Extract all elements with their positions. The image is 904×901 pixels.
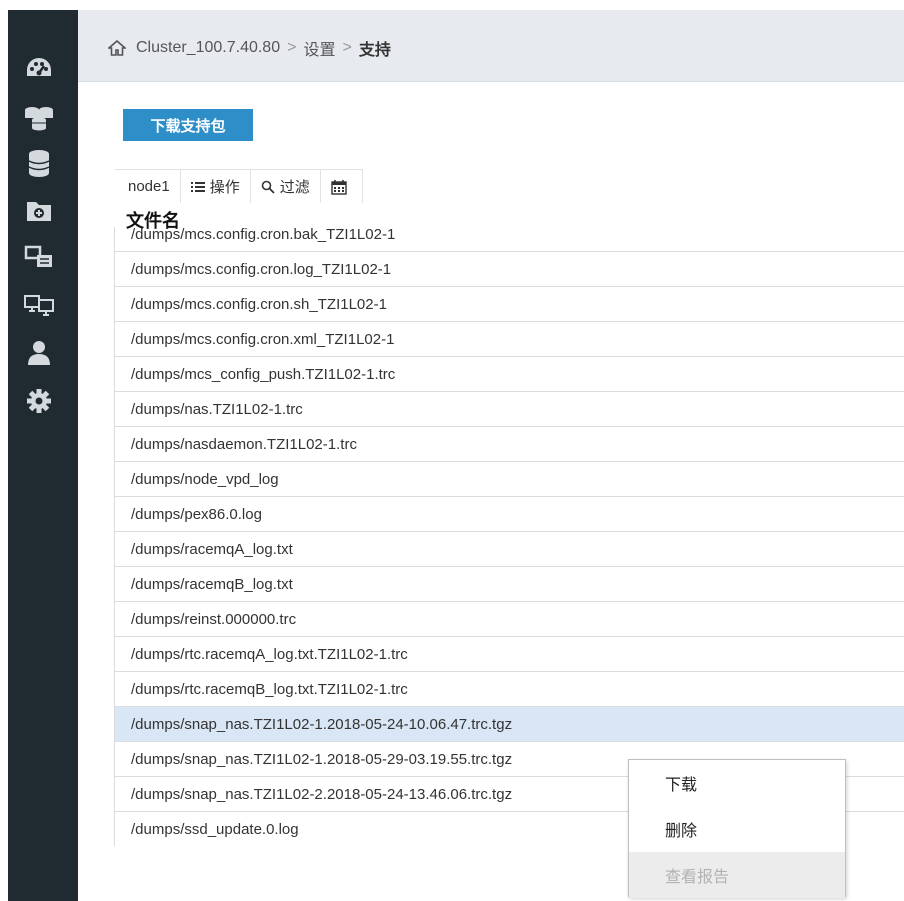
breadcrumb-separator: >: [342, 39, 352, 56]
table-row[interactable]: /dumps/mcs.config.cron.bak_TZI1L02-1: [114, 227, 904, 251]
breadcrumb-separator: >: [287, 39, 297, 56]
download-support-package-button[interactable]: 下载支持包: [123, 109, 253, 141]
calendar-icon: [331, 179, 347, 195]
file-name-cell: /dumps/snap_nas.TZI1L02-2.2018-05-24-13.…: [131, 785, 513, 803]
breadcrumb-cluster[interactable]: Cluster_100.7.40.80: [136, 39, 280, 57]
table-row[interactable]: /dumps/rtc.racemqA_log.txt.TZI1L02-1.trc: [114, 636, 904, 671]
context-menu-download[interactable]: 下载: [629, 760, 845, 806]
table-row[interactable]: /dumps/racemqB_log.txt: [114, 566, 904, 601]
file-name-cell: /dumps/rtc.racemqA_log.txt.TZI1L02-1.trc: [131, 645, 408, 663]
table-row[interactable]: /dumps/reinst.000000.trc: [114, 601, 904, 636]
context-menu: 下载 删除 查看报告: [628, 759, 846, 898]
file-name-cell: /dumps/racemqA_log.txt: [131, 540, 293, 558]
top-strip: [0, 0, 904, 10]
node-label: node1: [128, 178, 170, 195]
table-row[interactable]: /dumps/mcs.config.cron.xml_TZI1L02-1: [114, 321, 904, 356]
file-name-cell: /dumps/reinst.000000.trc: [131, 610, 297, 628]
filter-button[interactable]: 过滤: [251, 170, 321, 203]
context-menu-view-report: 查看报告: [629, 852, 845, 898]
file-name-cell: /dumps/snap_nas.TZI1L02-1.2018-05-24-10.…: [131, 715, 513, 733]
user-icon[interactable]: [23, 339, 55, 367]
pools-icon[interactable]: [23, 103, 55, 131]
sidebar-nav: [8, 10, 78, 901]
list-icon: [190, 181, 205, 192]
file-name-cell: /dumps/rtc.racemqB_log.txt.TZI1L02-1.trc: [131, 680, 408, 698]
context-menu-delete[interactable]: 删除: [629, 806, 845, 852]
monitors-icon[interactable]: [23, 291, 55, 319]
header-bar: Cluster_100.7.40.80 > 设置 > 支持: [78, 10, 904, 82]
search-icon: [261, 180, 275, 194]
dashboard-icon[interactable]: [23, 54, 55, 82]
file-name-cell: /dumps/racemqB_log.txt: [131, 575, 293, 593]
file-name-cell: /dumps/mcs.config.cron.sh_TZI1L02-1: [131, 295, 387, 313]
calendar-button[interactable]: [321, 170, 363, 203]
actions-menu-button[interactable]: 操作: [181, 170, 251, 203]
node-selector[interactable]: node1: [115, 170, 181, 203]
table-toolbar: node1 操作 过滤: [115, 169, 363, 203]
file-name-cell: /dumps/snap_nas.TZI1L02-1.2018-05-29-03.…: [131, 750, 513, 768]
home-icon[interactable]: [108, 40, 126, 56]
file-name-cell: /dumps/nas.TZI1L02-1.trc: [131, 400, 303, 418]
file-name-cell: /dumps/mcs_config_push.TZI1L02-1.trc: [131, 365, 396, 383]
filter-label: 过滤: [279, 179, 310, 196]
table-row[interactable]: /dumps/rtc.racemqB_log.txt.TZI1L02-1.trc: [114, 671, 904, 706]
volumes-icon[interactable]: [23, 149, 55, 177]
settings-gear-icon[interactable]: [23, 387, 55, 415]
file-name-cell: /dumps/node_vpd_log: [131, 470, 279, 488]
breadcrumb: Cluster_100.7.40.80 > 设置 > 支持: [108, 36, 391, 60]
table-row[interactable]: /dumps/mcs_config_push.TZI1L02-1.trc: [114, 356, 904, 391]
breadcrumb-support: 支持: [358, 42, 391, 59]
file-name-cell: /dumps/nasdaemon.TZI1L02-1.trc: [131, 435, 357, 453]
table-row[interactable]: /dumps/nasdaemon.TZI1L02-1.trc: [114, 426, 904, 461]
file-name-cell: /dumps/mcs.config.cron.bak_TZI1L02-1: [131, 227, 396, 243]
file-name-cell: /dumps/mcs.config.cron.xml_TZI1L02-1: [131, 330, 395, 348]
actions-label: 操作: [209, 179, 240, 196]
table-row[interactable]: /dumps/pex86.0.log: [114, 496, 904, 531]
table-row[interactable]: /dumps/racemqA_log.txt: [114, 531, 904, 566]
copy-services-icon[interactable]: [23, 243, 55, 271]
file-name-cell: /dumps/ssd_update.0.log: [131, 820, 299, 838]
file-name-cell: /dumps/mcs.config.cron.log_TZI1L02-1: [131, 260, 392, 278]
breadcrumb-settings[interactable]: 设置: [303, 36, 335, 60]
table-row[interactable]: /dumps/mcs.config.cron.log_TZI1L02-1: [114, 251, 904, 286]
file-table-rows: /dumps/mcs.config.cron.bak_TZI1L02-1/dum…: [114, 227, 904, 846]
table-row[interactable]: /dumps/mcs.config.cron.sh_TZI1L02-1: [114, 286, 904, 321]
file-name-cell: /dumps/pex86.0.log: [131, 505, 262, 523]
table-row[interactable]: /dumps/node_vpd_log: [114, 461, 904, 496]
table-row[interactable]: /dumps/nas.TZI1L02-1.trc: [114, 391, 904, 426]
table-row[interactable]: /dumps/snap_nas.TZI1L02-1.2018-05-24-10.…: [114, 706, 904, 741]
hosts-folder-icon[interactable]: [23, 196, 55, 224]
